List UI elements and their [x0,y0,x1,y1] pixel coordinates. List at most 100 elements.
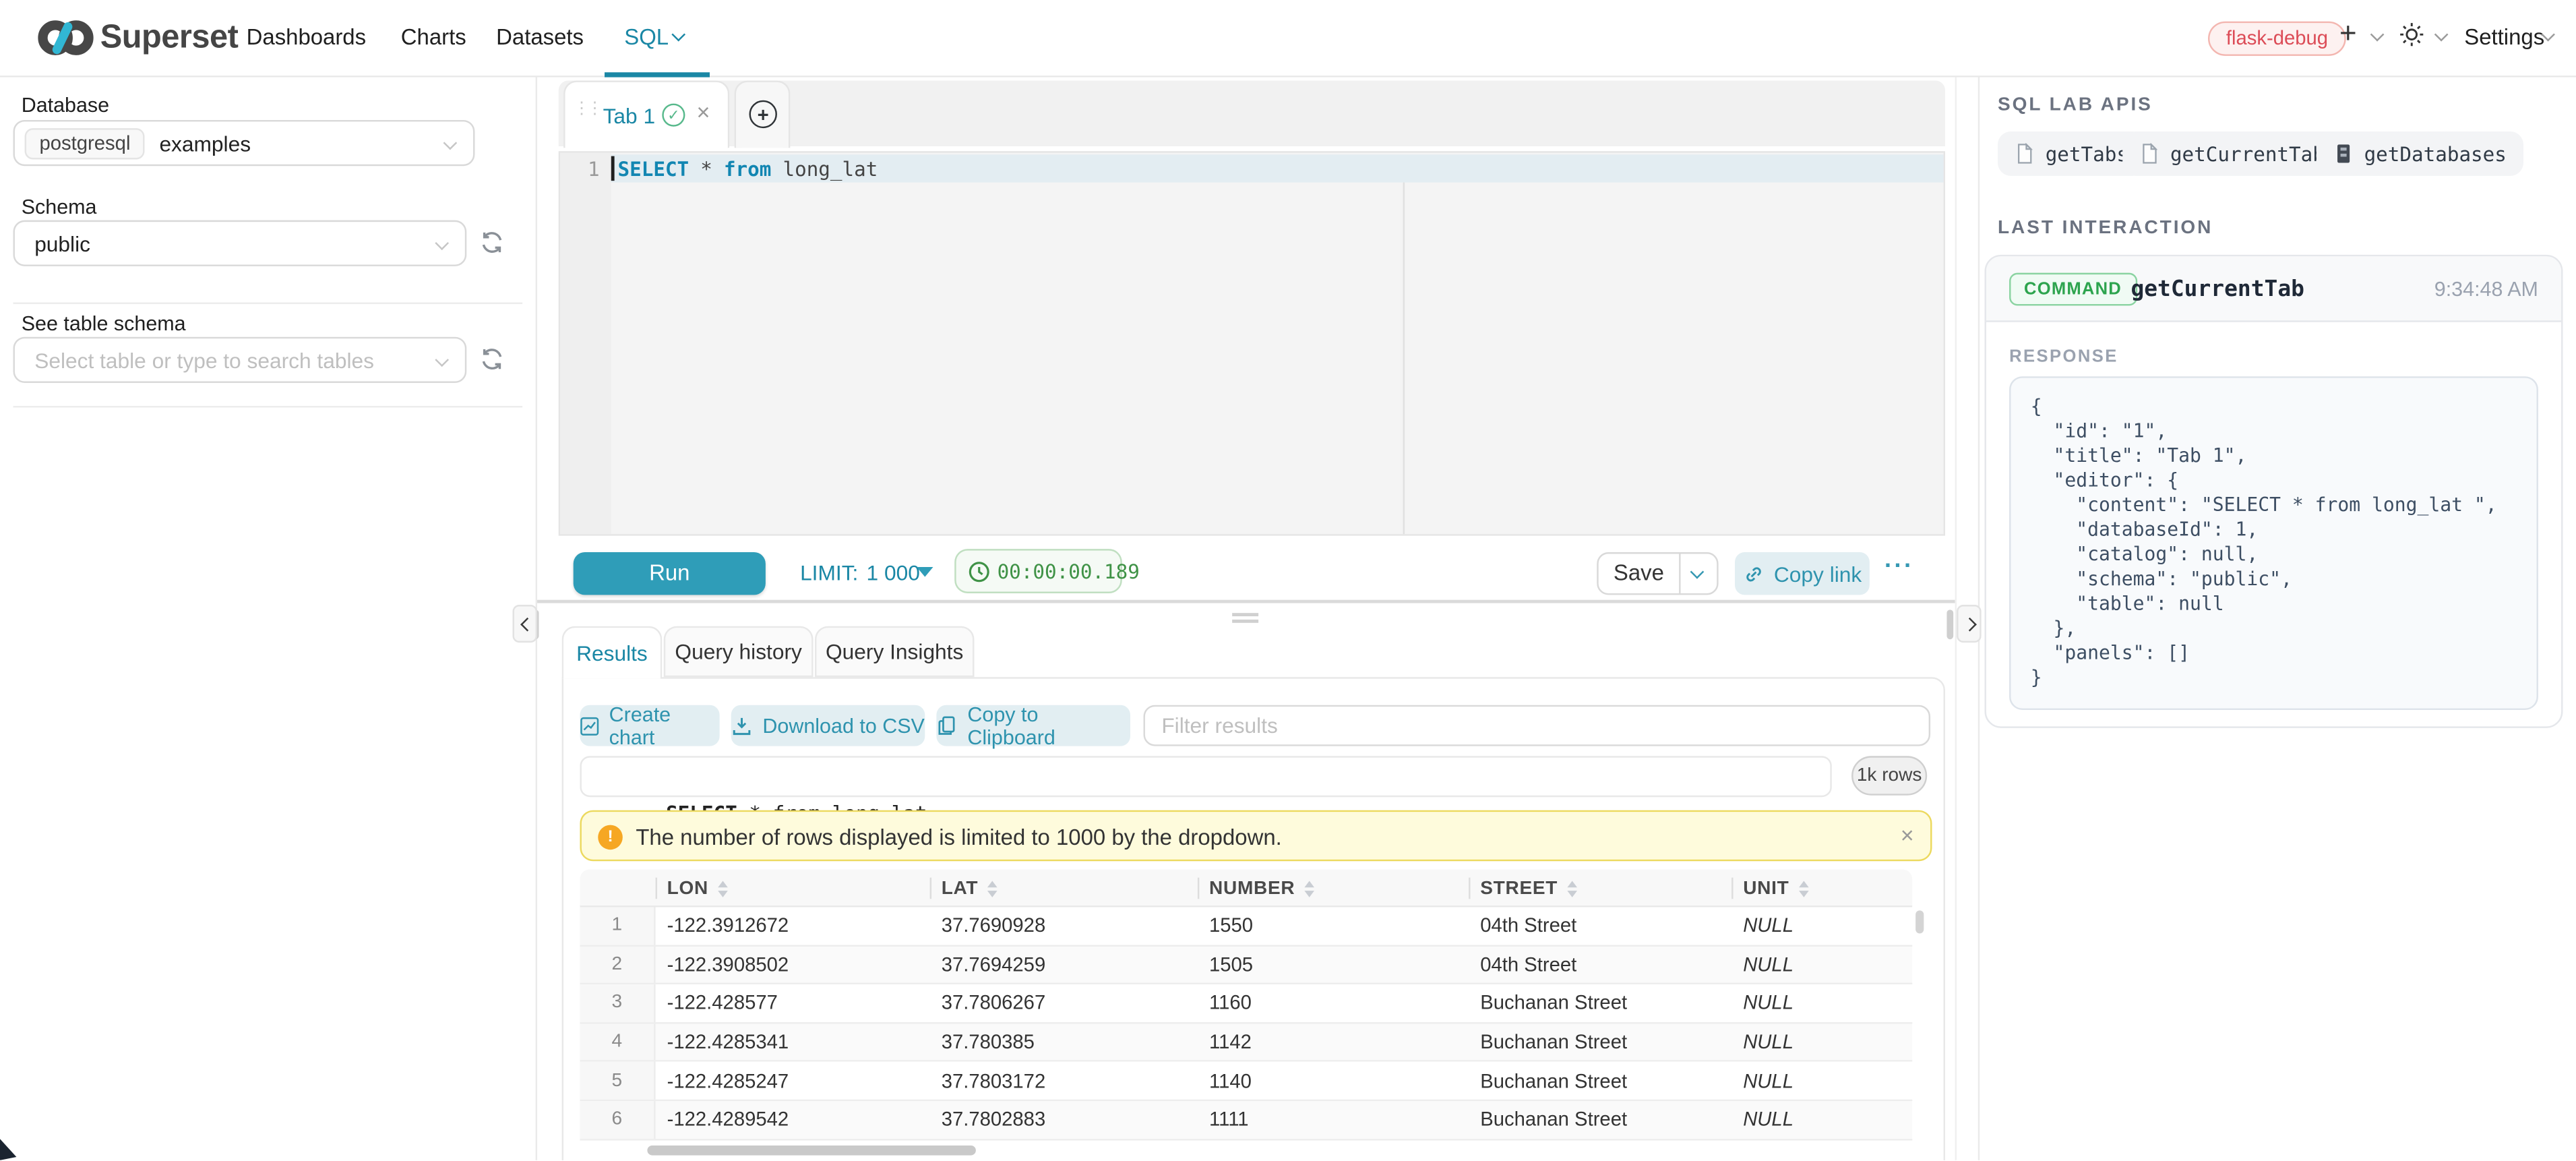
database-label: Database [22,94,109,117]
database-select[interactable]: postgresql examples [13,120,475,166]
last-interaction-title: LAST INTERACTION [1998,218,2213,238]
table-row: 6 -122.4289542 37.7802883 1111 Buchanan … [580,1101,1912,1140]
warning-close-icon[interactable]: × [1901,822,1914,848]
query-tab[interactable]: ⋮⋮ Tab 1 ✓ × [563,80,729,148]
plus-icon[interactable]: + [2339,16,2357,51]
nav-charts[interactable]: Charts [401,25,466,50]
editor-gutter [560,153,611,535]
get-databases-button[interactable]: getDatabases [2317,131,2523,176]
column-header-street[interactable]: STREET [1469,869,1731,907]
api-panel-title: SQL LAB APIS [1998,95,2153,115]
limit-label: LIMIT: [800,560,858,585]
sort-icon[interactable] [1305,880,1315,896]
tab-title[interactable]: Tab 1 [603,104,656,129]
results-drag-handle[interactable] [1232,613,1258,616]
table-cell-null: NULL [1731,1101,1912,1138]
save-split-divider [1679,554,1680,593]
column-header-unit[interactable]: UNIT [1731,869,1912,907]
table-row: 2 -122.3908502 37.7694259 1505 04th Stre… [580,946,1912,985]
copy-link-button[interactable]: Copy link [1735,552,1870,595]
table-cell-null: NULL [1731,985,1912,1022]
sql-table-name: long_lat [783,158,878,181]
get-tabs-label: getTabs [2046,142,2128,165]
nav-settings[interactable]: Settings [2464,25,2544,50]
response-label: RESPONSE [2009,347,2118,366]
column-header-lon[interactable]: LON [656,869,930,907]
tab-results[interactable]: Results [562,626,663,679]
plus-menu-chevron-icon[interactable] [2370,28,2385,42]
theme-sun-icon[interactable] [2399,22,2425,48]
tab-drag-handle-icon[interactable]: ⋮⋮ [574,100,600,119]
table-cell: -122.4289542 [656,1101,930,1138]
right-splitter-handle[interactable] [1946,609,1953,639]
limit-caret-icon[interactable] [917,567,933,577]
tab-query-history[interactable]: Query history [664,626,814,678]
column-header-number[interactable]: NUMBER [1198,869,1469,907]
database-select-chevron-icon[interactable] [443,136,458,150]
theme-menu-chevron-icon[interactable] [2434,28,2449,42]
limit-dropdown[interactable]: LIMIT: 1 000 [800,560,920,585]
create-chart-button[interactable]: Create chart [580,705,719,746]
table-cell: Buchanan Street [1469,1063,1731,1100]
response-json-line: "id": "1", [2031,419,2517,444]
save-split-button[interactable]: Save [1597,552,1718,595]
response-json-line: "editor": { [2031,469,2517,494]
collapse-sidebar-button[interactable] [513,605,538,643]
table-cell-null: NULL [1731,907,1912,945]
save-button[interactable]: Save [1599,554,1679,593]
superset-logo[interactable] [36,13,96,63]
timer-value: 00:00:00.189 [998,560,1140,583]
table-select[interactable]: Select table or type to search tables [13,337,467,383]
schema-label: Schema [22,196,97,218]
get-current-tab-label: getCurrentTab [2170,142,2325,165]
results-table-header: LON LAT NUMBER STREET UNIT [580,869,1912,907]
run-button[interactable]: Run [574,552,766,595]
column-header-lat[interactable]: LAT [930,869,1198,907]
table-schema-label: See table schema [22,312,186,335]
limit-value: 1 000 [867,560,920,585]
sql-keyword: SELECT [618,158,689,181]
editor-line-number: 1 [560,158,600,181]
nav-sql[interactable]: SQL [624,25,669,50]
tab-close-icon[interactable]: × [697,98,710,125]
nav-dashboards[interactable]: Dashboards [247,25,366,50]
copy-clipboard-button[interactable]: Copy to Clipboard [936,705,1130,746]
schema-select[interactable]: public [13,220,467,266]
filter-results-input[interactable] [1144,705,1931,746]
table-cell: 04th Street [1469,907,1731,945]
sort-icon[interactable] [1568,880,1578,896]
download-csv-button[interactable]: Download to CSV [731,705,925,746]
results-pane: Create chart Download to CSV Copy to Cli… [562,677,1945,1160]
sort-icon[interactable] [988,880,998,896]
sql-menu-chevron-icon[interactable] [671,28,685,42]
horizontal-scrollbar[interactable] [647,1145,976,1156]
table-select-chevron-icon[interactable] [435,353,449,367]
table-cell-null: NULL [1731,1063,1912,1100]
table-cell: -122.428577 [656,985,930,1022]
response-code-box: { "id": "1", "title": "Tab 1", "editor":… [2009,376,2538,710]
row-count-badge: 1k rows [1851,756,1927,796]
results-drag-handle[interactable] [1232,620,1258,622]
brand-wordmark[interactable]: Superset [100,20,239,57]
sort-icon[interactable] [1799,880,1809,896]
last-interaction-card: COMMAND getCurrentTab 9:34:48 AM RESPONS… [1985,255,2563,728]
table-refresh-icon[interactable] [480,347,505,371]
tab-results-label: Results [576,641,648,666]
nav-datasets[interactable]: Datasets [496,25,584,50]
sql-editor[interactable]: 1 SELECT * from long_lat [559,151,1945,535]
pane-divider[interactable] [537,600,1955,603]
vertical-scrollbar[interactable] [1915,910,1924,933]
response-json-line: "table": null [2031,592,2517,617]
collapse-api-panel-button[interactable] [1957,605,1982,643]
get-current-tab-button[interactable]: getCurrentTab [2122,131,2341,176]
new-tab-button[interactable]: + [735,80,791,148]
sort-icon[interactable] [718,880,729,896]
tab-query-insights[interactable]: Query Insights [815,626,974,678]
response-json-line: }, [2031,616,2517,641]
more-actions-button[interactable]: ··· [1884,552,1914,580]
schema-select-chevron-icon[interactable] [435,236,449,250]
schema-refresh-icon[interactable] [480,230,505,255]
table-cell: -122.3912672 [656,907,930,945]
save-options-chevron-icon[interactable] [1690,565,1705,579]
rows-limit-warning: ! The number of rows displayed is limite… [580,810,1932,862]
